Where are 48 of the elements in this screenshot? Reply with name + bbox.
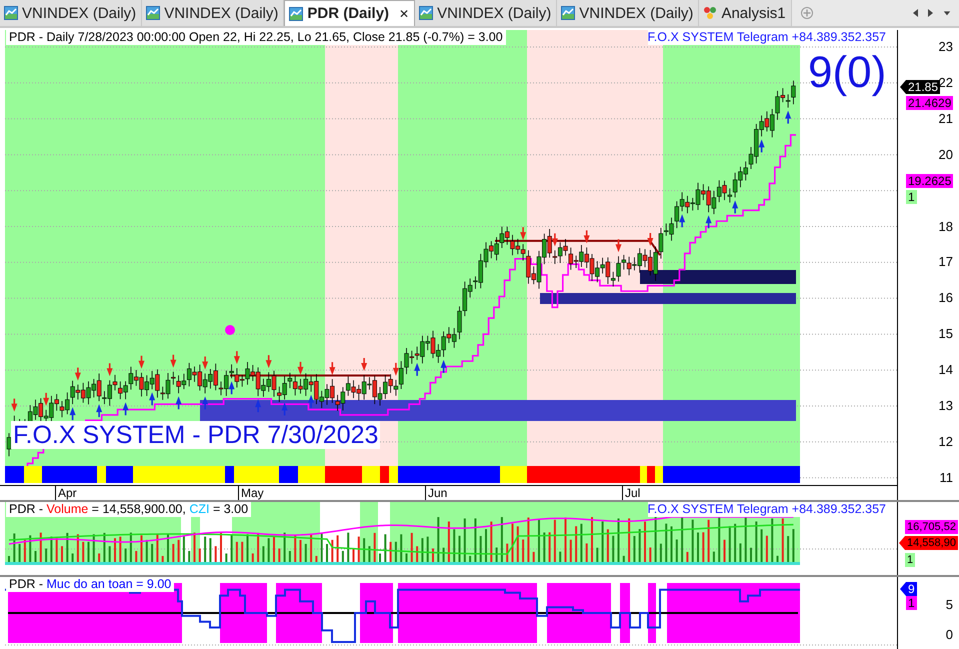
axis-month-label: Jul: [622, 486, 640, 500]
axis-tick-label: 0: [946, 627, 953, 643]
safety-header: PDR - Muc do an toan = 9.00: [6, 577, 174, 592]
axis-month-label: May: [238, 486, 264, 500]
chart-tab[interactable]: VNINDEX (Daily): [0, 0, 142, 26]
price-tag: 21.4629: [906, 96, 954, 110]
chart-tab[interactable]: PDR (Daily) ✕: [284, 0, 416, 26]
chart-icon: [4, 6, 18, 20]
axis-tick-label: 21: [938, 110, 953, 127]
value-tag: 1: [906, 596, 917, 610]
chart-icon: [561, 6, 576, 20]
axis-tick-label: 12: [938, 434, 953, 450]
chart-tab[interactable]: VNINDEX (Daily): [142, 0, 284, 26]
axis-month-label: Jun: [425, 486, 448, 500]
axis-tick-label: 13: [938, 398, 953, 414]
hearts-icon: [703, 6, 718, 20]
chart-caption: F.O.X SYSTEM - PDR 7/30/2023: [11, 421, 380, 449]
axis-tick-label: 14: [938, 362, 953, 378]
axis-tick-label: 15: [938, 326, 953, 342]
telegram-label: F.O.X SYSTEM Telegram +84.389.352.357: [648, 502, 886, 517]
chart-tab[interactable]: VNINDEX (Daily): [557, 0, 700, 26]
chart-icon: [419, 6, 434, 20]
axis-tick-label: 17: [938, 254, 953, 270]
telegram-label: F.O.X SYSTEM Telegram +84.389.352.357: [648, 30, 886, 45]
chart-tab[interactable]: VNINDEX (Daily): [415, 0, 558, 26]
price-tag: 1: [906, 190, 917, 204]
axis-tick-label: 5: [946, 597, 953, 613]
price-tag: 19.2625: [906, 174, 954, 188]
chart-icon: [289, 6, 304, 20]
chart-tab[interactable]: Analysis1: [699, 0, 792, 26]
close-button[interactable]: ✕: [399, 6, 410, 20]
scroll-right-icon[interactable]: [927, 8, 935, 18]
axis-tick-label: 23: [938, 39, 953, 55]
pointer-icon: [900, 80, 906, 94]
signal-count: 9(0): [808, 48, 886, 98]
axis-tick-label: 16: [938, 290, 953, 306]
axis-tick-label: 18: [938, 218, 953, 234]
axis-tick-label: 11: [940, 470, 953, 486]
chart-icon: [146, 6, 160, 20]
value-tag: 16,705,52: [905, 520, 958, 534]
pointer-icon: [899, 536, 905, 550]
pointer-icon: [900, 582, 906, 596]
value-tag: 1: [905, 553, 916, 567]
volume-header: PDR - Volume = 14,558,900.00, CZI = 3.00: [6, 502, 252, 517]
axis-month-label: Apr: [55, 486, 77, 500]
chart-header: PDR - Daily 7/28/2023 00:00:00 Open 22, Hi 22.25, Lo 21.65, Close 21.85 (-0.7%) = 3.00: [6, 30, 506, 45]
axis-tick-label: 20: [938, 146, 953, 163]
scroll-left-icon[interactable]: [911, 8, 919, 18]
